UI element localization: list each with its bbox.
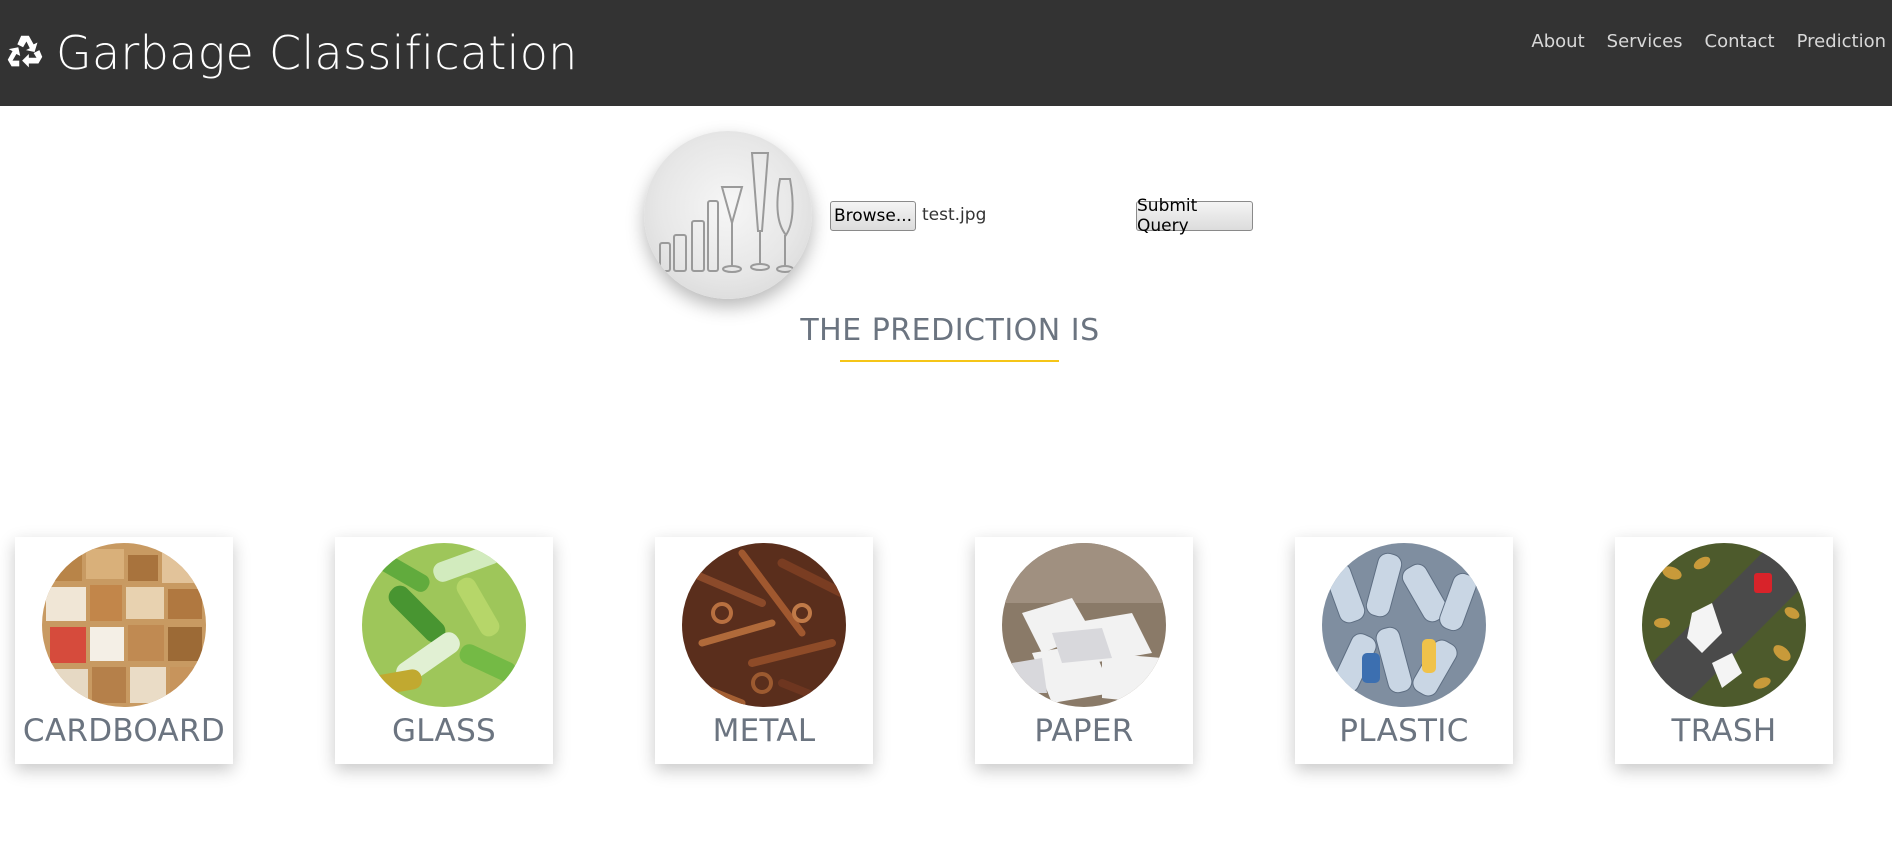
category-label: GLASS — [391, 713, 497, 749]
prediction-heading: THE PREDICTION IS — [800, 313, 1100, 348]
category-card-glass[interactable]: GLASS — [335, 537, 553, 764]
nav-prediction[interactable]: Prediction — [1797, 30, 1886, 54]
selected-file-name: test.jpg — [922, 205, 987, 225]
nav-services[interactable]: Services — [1607, 30, 1683, 54]
category-label: METAL — [712, 713, 816, 749]
paper-image — [1002, 543, 1166, 707]
category-card-cardboard[interactable]: CARDBOARD — [15, 537, 233, 764]
heading-underline — [840, 360, 1059, 362]
uploaded-image-preview — [644, 131, 812, 299]
category-cards: CARDBOARD GLASS METAL PAPER PLASTIC TRAS… — [0, 537, 1892, 765]
recycle-icon — [7, 35, 43, 68]
category-card-metal[interactable]: METAL — [655, 537, 873, 764]
trash-image — [1642, 543, 1806, 707]
brand[interactable]: Garbage Classification — [0, 0, 578, 106]
browse-button[interactable]: Browse... — [830, 201, 916, 231]
glass-image — [362, 543, 526, 707]
plastic-image — [1322, 543, 1486, 707]
category-label: CARDBOARD — [22, 713, 226, 749]
category-card-plastic[interactable]: PLASTIC — [1295, 537, 1513, 764]
nav-contact[interactable]: Contact — [1705, 30, 1775, 54]
upload-form: Browse... test.jpg Submit Query — [0, 131, 1892, 299]
cardboard-image — [42, 543, 206, 707]
category-card-paper[interactable]: PAPER — [975, 537, 1193, 764]
brand-title: Garbage Classification — [56, 26, 578, 80]
navbar: Garbage Classification About Services Co… — [0, 0, 1892, 106]
nav-links: About Services Contact Prediction — [1509, 30, 1886, 54]
category-label: PAPER — [1034, 713, 1134, 749]
category-label: TRASH — [1671, 713, 1777, 749]
metal-image — [682, 543, 846, 707]
submit-query-button[interactable]: Submit Query — [1136, 196, 1253, 236]
category-label: PLASTIC — [1339, 713, 1469, 749]
glassware-image — [659, 152, 794, 273]
category-card-trash[interactable]: TRASH — [1615, 537, 1833, 764]
nav-about[interactable]: About — [1531, 30, 1584, 54]
